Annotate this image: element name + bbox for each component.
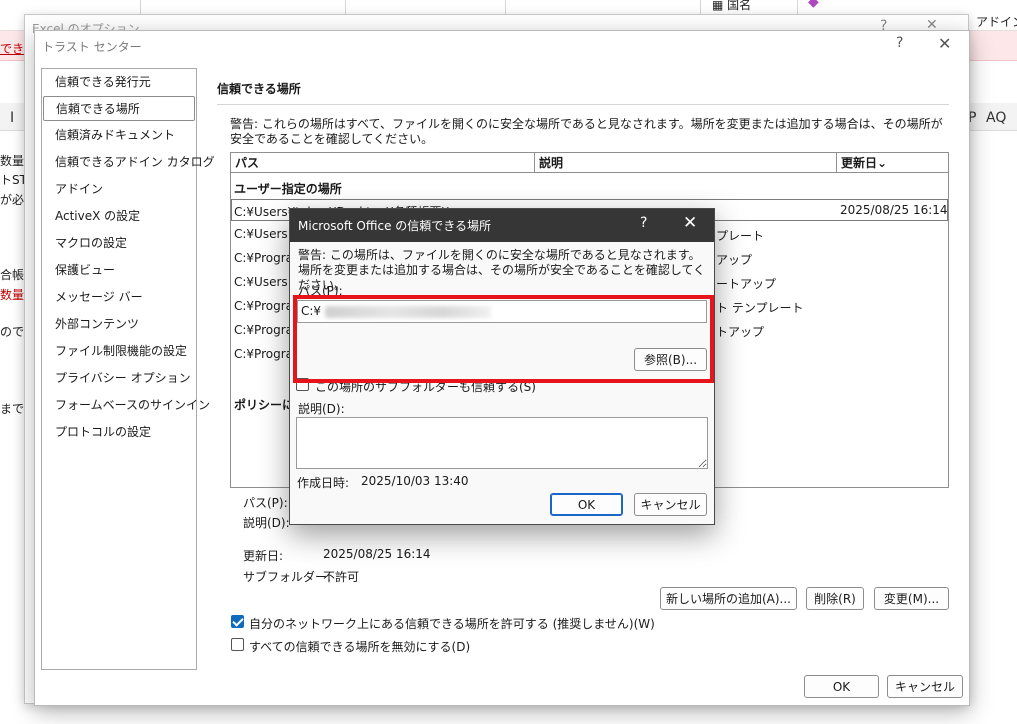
modify-button[interactable]: 変更(M)... — [874, 587, 949, 610]
cell-fragment: 合帳 — [0, 268, 25, 282]
nav-item-message-bar[interactable]: メッセージ バー — [43, 285, 195, 310]
cell-fragment: 数量 — [0, 288, 25, 302]
ribbon-divider — [797, 0, 798, 14]
column-header-path[interactable]: パス — [231, 153, 535, 173]
modal-ok-button[interactable]: OK — [550, 493, 623, 516]
cell-fragment: ので — [0, 325, 25, 339]
created-value: 2025/10/03 13:40 — [361, 474, 469, 488]
row-path[interactable]: C:¥Progra — [234, 323, 293, 337]
disable-all-locations-checkbox[interactable] — [231, 638, 244, 651]
highlight-annotation — [293, 295, 714, 383]
ribbon-divider — [505, 0, 506, 14]
nav-item-external-content[interactable]: 外部コンテンツ — [43, 312, 195, 337]
column-header-description[interactable]: 説明 — [535, 153, 837, 173]
close-icon[interactable]: ✕ — [683, 213, 697, 233]
network-locations-label[interactable]: 自分のネットワーク上にある信頼できる場所を許可する (推奨しません)(W) — [249, 615, 655, 632]
nav-item-addin-catalogs[interactable]: 信頼できるアドイン カタログ — [43, 150, 215, 175]
row-description: トアップ — [716, 325, 765, 339]
help-icon[interactable]: ? — [896, 35, 903, 51]
nav-item-addins[interactable]: アドイン — [43, 177, 195, 202]
detail-subfolder-label: サブフォルダー: — [243, 570, 332, 584]
nav-item-protocol-settings[interactable]: プロトコルの設定 — [43, 420, 195, 445]
detail-subfolder-value: 不許可 — [323, 570, 360, 584]
nav-item-form-signin[interactable]: フォームベースのサインイン — [43, 393, 210, 418]
column-letter[interactable]: AQ — [986, 110, 1006, 126]
modal-description-label: 説明(D): — [298, 402, 345, 416]
ribbon-divider — [700, 0, 701, 14]
ribbon-divider — [345, 0, 346, 14]
locations-warning: 警告: これらの場所はすべて、ファイルを開くのに安全な場所であると見なされます。… — [230, 117, 943, 146]
section-title: 信頼できる場所 — [217, 82, 301, 96]
help-icon[interactable]: ? — [640, 215, 647, 231]
cell-fragment: が必 — [0, 193, 25, 207]
row-path[interactable]: C:¥Progra — [234, 251, 293, 265]
detail-path-label: パス(P): — [243, 496, 288, 510]
description-textarea[interactable] — [296, 417, 708, 469]
section-divider — [217, 104, 949, 105]
cell-fragment: 数量 — [0, 154, 25, 168]
nav-item-privacy-options[interactable]: プライバシー オプション — [43, 366, 195, 391]
nav-item-trusted-documents[interactable]: 信頼済みドキュメント — [43, 123, 195, 148]
modal-title: Microsoft Office の信頼できる場所 — [298, 219, 492, 233]
nav-item-activex[interactable]: ActiveX の設定 — [43, 204, 195, 229]
ribbon-diamond-icon[interactable]: ◆ — [808, 0, 819, 10]
detail-updated-label: 更新日: — [243, 549, 284, 563]
row-description: アップ — [716, 253, 753, 267]
modal-warning: 警告: この場所は、ファイルを開くのに安全な場所であると見なされます。場所を変更… — [298, 248, 706, 292]
detail-description-label: 説明(D): — [243, 516, 290, 530]
ribbon-divider — [140, 0, 141, 14]
close-icon[interactable]: ✕ — [938, 34, 951, 53]
row-date: 2025/08/25 16:14 — [840, 203, 948, 217]
column-header-date[interactable]: 更新日⌄ — [837, 153, 948, 173]
nav-item-trusted-publishers[interactable]: 信頼できる発行元 — [43, 70, 195, 95]
nav-item-protected-view[interactable]: 保護ビュー — [43, 258, 195, 283]
nav-item-file-block[interactable]: ファイル制限機能の設定 — [43, 339, 195, 364]
row-description: プレート — [716, 229, 765, 243]
add-location-button[interactable]: 新しい場所の追加(A)... — [660, 587, 797, 610]
nav-item-macro-settings[interactable]: マクロの設定 — [43, 231, 195, 256]
row-path[interactable]: C:¥Users — [234, 227, 288, 241]
remove-button[interactable]: 削除(R) — [806, 587, 864, 610]
row-description: ートアップ — [716, 277, 777, 291]
created-label: 作成日時: — [297, 476, 350, 490]
user-locations-header: ユーザー指定の場所 — [234, 182, 342, 196]
trust-center-title: トラスト センター — [42, 40, 142, 54]
ribbon-grid-icon[interactable]: ▦ 国名 — [712, 0, 751, 13]
column-letter[interactable]: I — [10, 110, 14, 126]
trust-center-ok-button[interactable]: OK — [804, 675, 879, 698]
warning-band-link[interactable]: でき — [0, 40, 24, 57]
row-path[interactable]: C:¥Progra — [234, 347, 293, 361]
row-path[interactable]: C:¥Users — [234, 275, 288, 289]
row-path[interactable]: C:¥Progra — [234, 299, 293, 313]
nav-item-trusted-locations[interactable]: 信頼できる場所 — [43, 96, 195, 121]
ribbon-addin-tab[interactable]: アドイン — [976, 13, 1017, 30]
detail-updated-value: 2025/08/25 16:14 — [323, 547, 431, 561]
disable-all-locations-label[interactable]: すべての信頼できる場所を無効にする(D) — [249, 638, 470, 655]
cell-fragment: トST — [0, 173, 27, 187]
network-locations-checkbox[interactable] — [231, 615, 244, 628]
modal-cancel-button[interactable]: キャンセル — [634, 493, 707, 516]
row-description: ト テンプレート — [716, 301, 804, 315]
trust-center-cancel-button[interactable]: キャンセル — [887, 675, 963, 698]
